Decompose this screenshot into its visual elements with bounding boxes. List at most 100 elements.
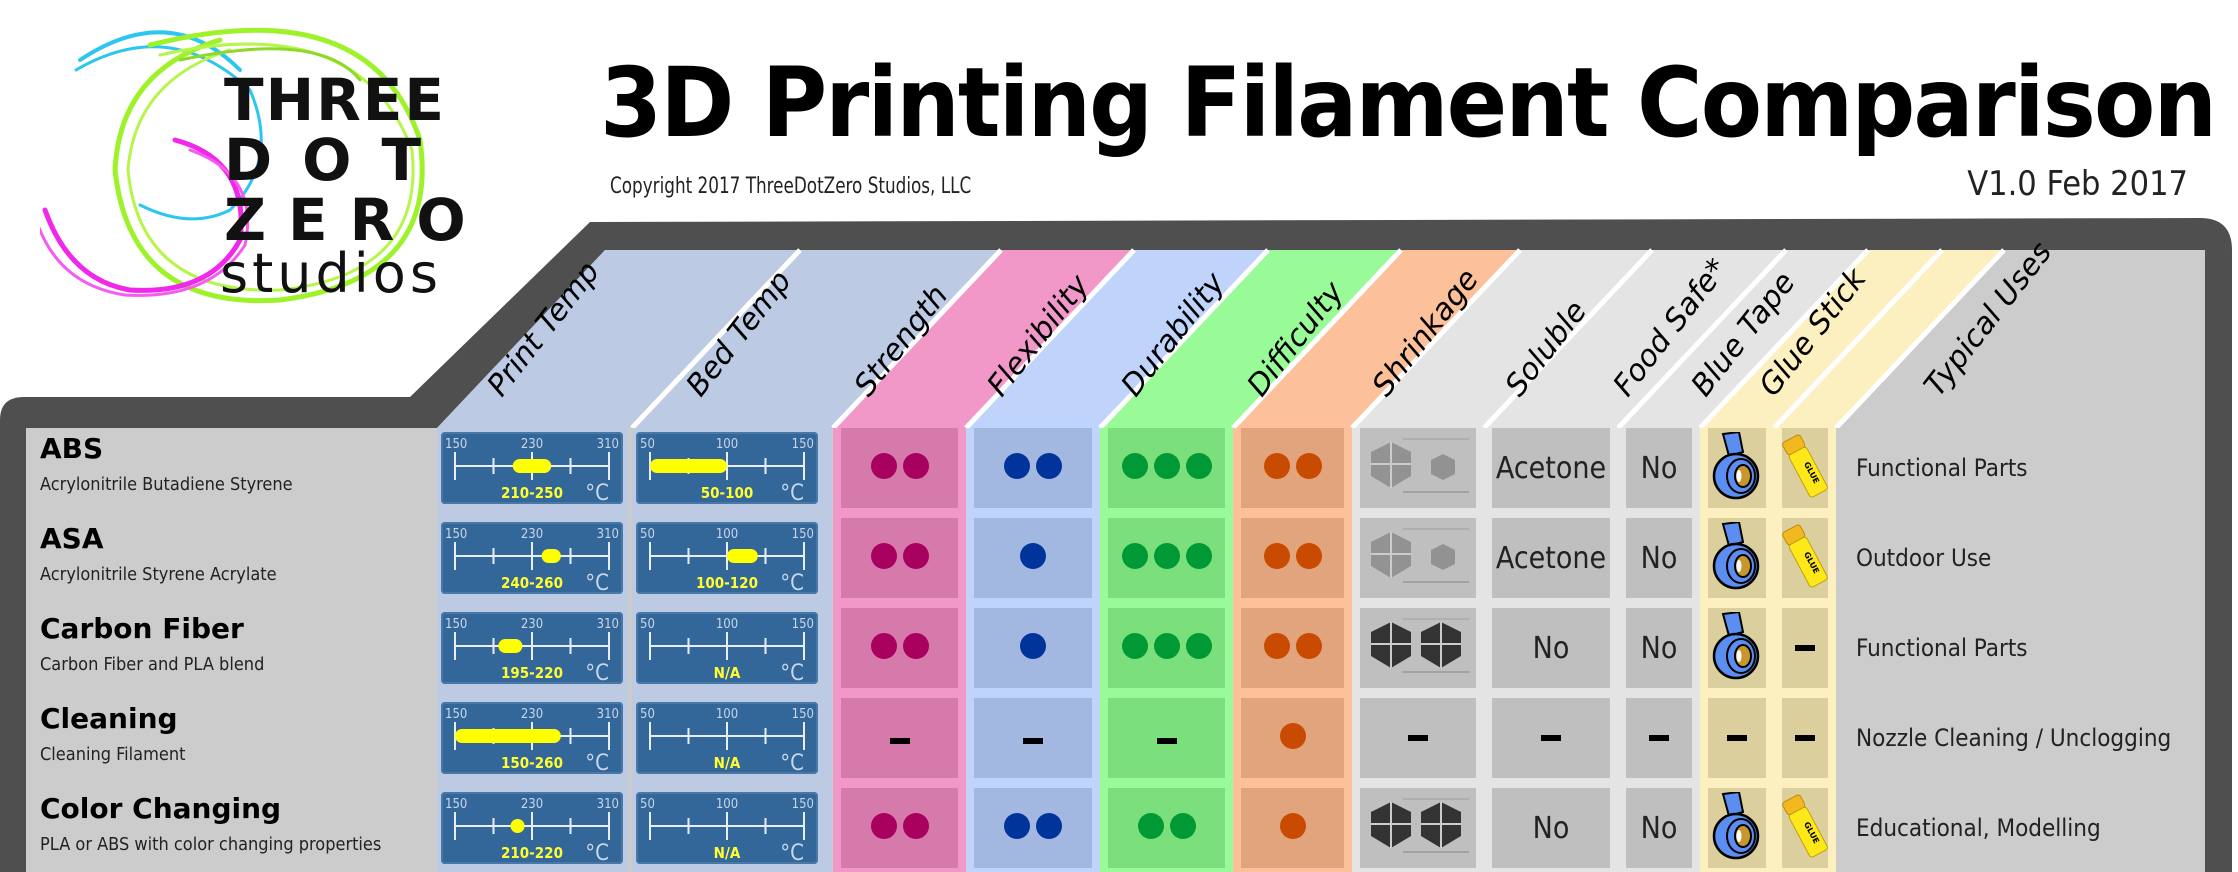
cell-durability: [1108, 428, 1225, 508]
rating-dot-icon: [902, 543, 929, 569]
gauge-range-bar: [727, 549, 758, 563]
cell-difficulty: [1241, 518, 1344, 598]
filament-description: Cleaning Filament: [40, 744, 186, 765]
soluble-value: Acetone: [1495, 450, 1607, 486]
rating-dot-icon: [1153, 633, 1180, 659]
cell-blue_tape: [1708, 608, 1766, 688]
cell-glue_stick: GLUE: [1782, 518, 1828, 598]
rating-dot-icon: [1137, 813, 1164, 839]
cell-typical_uses: Nozzle Cleaning / Unclogging: [1836, 698, 2205, 778]
rating-dot-icon: [1263, 453, 1290, 479]
gauge-range-bar: [541, 549, 561, 563]
shrinkage-cube-icon: [1363, 526, 1473, 590]
food_safe-value: No: [1640, 630, 1678, 666]
rating-dot-icon: [1020, 633, 1046, 659]
gauge-min-label: 150: [445, 617, 467, 632]
gauge-range-label: 100-120: [696, 574, 758, 592]
cell-typical_uses: Educational, Modelling: [1836, 788, 2205, 868]
gauge-max-label: 310: [597, 797, 619, 812]
rating-dot-icon: [902, 453, 929, 479]
gauge-bed_temp: 50 100 150 N/A °C: [636, 612, 818, 686]
rating-dot-icon: [1153, 453, 1180, 479]
gauge-mid-label: 100: [716, 527, 738, 542]
rating-dot-icon: [1295, 453, 1322, 479]
rating-dot-icon: [1279, 813, 1306, 839]
dash-icon: [1795, 735, 1815, 741]
cell-durability: [1108, 788, 1225, 868]
filament-description: Acrylonitrile Styrene Acrylate: [40, 564, 277, 585]
gauge-range-label: 240-260: [501, 574, 563, 592]
gauge-mid-label: 100: [716, 437, 738, 452]
gauge-unit-label: °C: [585, 481, 609, 504]
cell-flexibility: [974, 428, 1092, 508]
cell-shrinkage: [1360, 788, 1476, 868]
gauge-unit-label: °C: [780, 841, 804, 864]
cell-strength: [841, 428, 958, 508]
gauge-min-label: 50: [640, 437, 655, 452]
dash-icon: [1023, 737, 1043, 744]
rating-dot-icon: [1295, 543, 1322, 569]
cell-glue_stick: GLUE: [1782, 788, 1828, 868]
rating-dot-icon: [870, 633, 897, 659]
gauge-range-label: 195-220: [501, 664, 563, 682]
gauge-range-bar: [510, 819, 525, 833]
gauge-mid-label: 230: [521, 707, 543, 722]
dash-icon: [1156, 737, 1177, 744]
cell-blue_tape: [1708, 518, 1766, 598]
food_safe-value: No: [1640, 450, 1678, 486]
gauge-print_temp: 150 230 310 150-260 °C: [441, 702, 623, 776]
cell-soluble: No: [1492, 608, 1610, 688]
cell-food_safe: No: [1626, 608, 1692, 688]
gauge-unit-label: °C: [585, 841, 609, 864]
shrinkage-cube-icon: [1363, 796, 1473, 860]
rating-dot-icon: [1153, 543, 1180, 569]
gauge-unit-label: °C: [780, 751, 804, 774]
gauge-max-label: 150: [792, 437, 814, 452]
blue-tape-icon: [1709, 610, 1765, 684]
gauge-print_temp: 150 230 310 240-260 °C: [441, 522, 623, 596]
gauge-range-label: 50-100: [701, 484, 754, 502]
cell-flexibility: [974, 518, 1092, 598]
gauge-print_temp: 150 230 310 210-250 °C: [441, 432, 623, 506]
gauge-max-label: 310: [597, 527, 619, 542]
cell-food_safe: No: [1626, 428, 1692, 508]
rating-dot-icon: [870, 453, 897, 479]
gauge-unit-label: °C: [780, 481, 804, 504]
gauge-max-label: 310: [597, 437, 619, 452]
glue-stick-icon: GLUE: [1781, 431, 1829, 505]
cell-soluble: Acetone: [1492, 518, 1610, 598]
cell-soluble: Acetone: [1492, 428, 1610, 508]
filament-description: Carbon Fiber and PLA blend: [40, 654, 265, 675]
rating-dot-icon: [1279, 723, 1306, 749]
dash-icon: [1649, 735, 1669, 741]
blue-tape-icon: [1709, 520, 1765, 594]
gauge-max-label: 310: [597, 707, 619, 722]
cell-food_safe: No: [1626, 788, 1692, 868]
cell-flexibility: [974, 788, 1092, 868]
filament-name: Carbon Fiber: [40, 612, 244, 645]
typical-uses-text: Functional Parts: [1856, 634, 2028, 662]
gauge-min-label: 50: [640, 797, 655, 812]
rating-dot-icon: [1185, 633, 1212, 659]
gauge-print_temp: 150 230 310 210-220 °C: [441, 792, 623, 866]
cell-strength: [841, 608, 958, 688]
filament-name: Cleaning: [40, 702, 178, 735]
cell-blue_tape: [1708, 788, 1766, 868]
gauge-mid-label: 100: [716, 797, 738, 812]
dash-icon: [1727, 735, 1747, 741]
typical-uses-text: Educational, Modelling: [1856, 814, 2101, 842]
cell-durability: [1108, 608, 1225, 688]
rating-dot-icon: [1169, 813, 1196, 839]
gauge-max-label: 150: [792, 617, 814, 632]
cell-glue_stick: [1782, 608, 1828, 688]
rating-dot-icon: [870, 813, 897, 839]
filament-name: ASA: [40, 522, 104, 555]
cell-blue_tape: [1708, 428, 1766, 508]
rating-dot-icon: [1185, 543, 1212, 569]
gauge-range-label: 210-220: [501, 844, 563, 862]
cell-difficulty: [1241, 428, 1344, 508]
gauge-mid-label: 230: [521, 797, 543, 812]
cell-strength: [841, 788, 958, 868]
cell-flexibility: [974, 608, 1092, 688]
typical-uses-text: Outdoor Use: [1856, 544, 1992, 572]
